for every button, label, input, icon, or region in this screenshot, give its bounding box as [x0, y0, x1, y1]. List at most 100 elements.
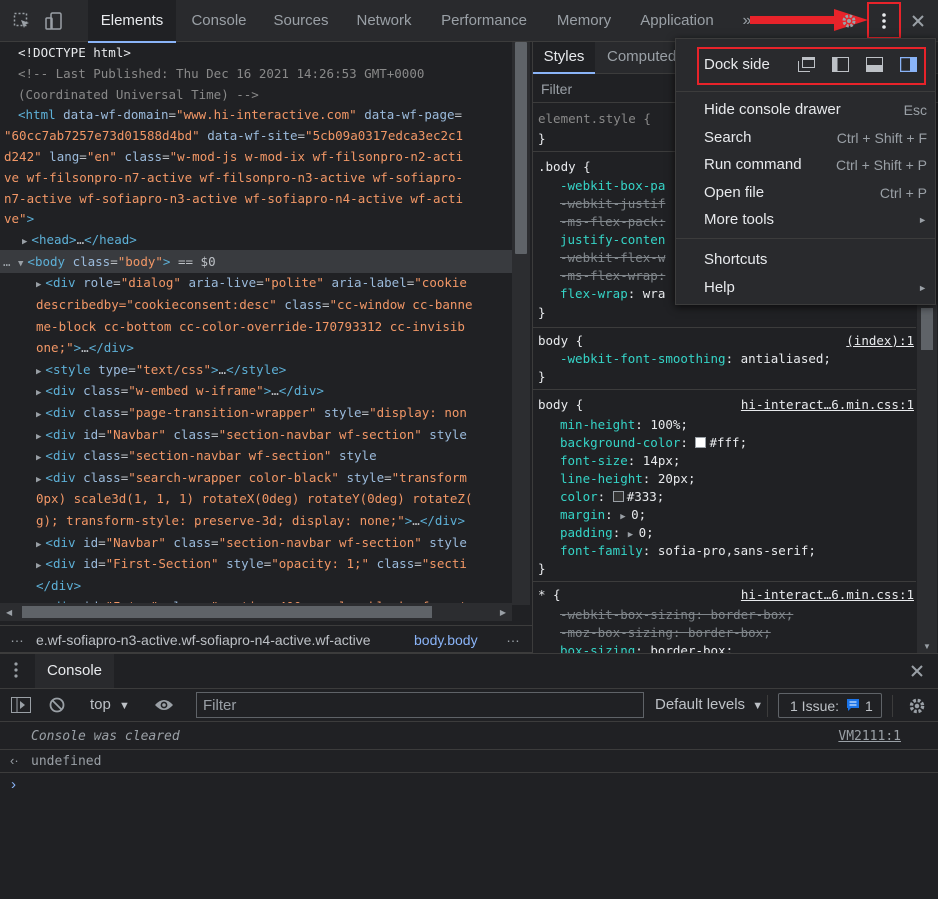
dock-right-icon[interactable] [898, 55, 918, 73]
clear-console-icon[interactable] [46, 695, 68, 715]
style-source-link[interactable]: (index):1 [846, 332, 914, 350]
drawer-tab-console[interactable]: Console [35, 654, 114, 688]
style-property: flex-wrap: wra [560, 286, 666, 301]
dock-bottom-icon[interactable] [864, 55, 884, 73]
tab-network[interactable]: Network [342, 0, 426, 42]
cleared-source-link[interactable]: VM2111:1 [838, 729, 901, 744]
console-filter-input[interactable]: Filter [196, 692, 644, 718]
close-devtools-icon[interactable] [906, 10, 930, 32]
breadcrumb-current[interactable]: body.body [414, 632, 478, 648]
expand-triangle-icon[interactable]: ▶ [36, 453, 41, 463]
close-brace: } [538, 561, 546, 576]
menu-item-hide-console-drawer[interactable]: Hide console drawer Esc [676, 101, 935, 125]
style-source-link[interactable]: hi-interact…6.min.css:1 [741, 586, 914, 604]
color-swatch[interactable] [695, 437, 707, 448]
customize-menu: Dock side Hide console drawer Esc Search Ct… [675, 38, 936, 305]
result-text: undefined [31, 754, 102, 769]
expand-triangle-icon[interactable]: ▶ [36, 475, 41, 485]
style-property: box-sizing: border-box; [560, 643, 734, 653]
expand-triangle-icon[interactable]: ▶ [36, 561, 41, 571]
tab-memory[interactable]: Memory [542, 0, 626, 42]
breadcrumb-path[interactable]: e.wf-sofiapro-n3-active.wf-sofiapro-n4-a… [36, 632, 371, 648]
settings-gear-icon[interactable] [838, 10, 860, 32]
dom-node: ▶ <div id="Navbar" class="section-navbar … [36, 426, 467, 442]
cleared-text: Console was cleared [31, 729, 180, 744]
dom-node: </div> [36, 577, 82, 593]
live-expression-eye-icon[interactable] [152, 695, 176, 715]
close-drawer-icon[interactable] [906, 662, 928, 680]
menu-item-label: Run command [704, 156, 802, 173]
console-settings-gear-icon[interactable] [906, 695, 928, 717]
menu-item-run-command[interactable]: Run command Ctrl + Shift + P [676, 156, 935, 180]
menu-item-shortcut: Ctrl + P [879, 184, 927, 201]
menu-item-label: Hide console drawer [704, 101, 841, 118]
color-swatch[interactable] [612, 491, 624, 502]
console-message-cleared: Console was cleared VM2111:1 [0, 724, 938, 750]
toolbar-divider [892, 695, 893, 717]
expand-triangle-icon[interactable]: ▶ [36, 432, 41, 442]
dock-left-icon[interactable] [830, 55, 850, 73]
dock-undock-icon[interactable] [796, 55, 816, 73]
expand-triangle-icon[interactable]: ▶ [36, 388, 41, 398]
log-levels-label: Default levels [655, 696, 746, 713]
tab-computed[interactable]: Computed [607, 42, 676, 74]
expand-triangle-icon[interactable]: ▶ [36, 540, 41, 550]
issues-button[interactable]: 1 Issue: 1 [778, 693, 882, 718]
expand-triangle-icon[interactable]: ▶ [36, 280, 41, 290]
close-brace: } [538, 131, 546, 146]
elements-dom-tree[interactable]: <!DOCTYPE html> <!-- Last Published: Thu … [0, 42, 512, 620]
dom-node: ▶ <div id="First-Section" style="opacity:… [36, 556, 467, 572]
dom-node: g); transform-style: preserve-3d; displa… [36, 513, 465, 528]
breadcrumb: … e.wf-sofiapro-n3-active.wf-sofiapro-n4… [0, 625, 532, 653]
tab-styles[interactable]: Styles [533, 42, 595, 74]
dom-node: describedby="cookieconsent:desc" class="… [36, 297, 473, 312]
dom-node: ▶ <head>…</head> [22, 232, 137, 248]
menu-item-search[interactable]: Search Ctrl + Shift + F [676, 129, 935, 153]
style-source-link[interactable]: hi-interact…6.min.css:1 [741, 396, 914, 414]
menu-item-label: Help [704, 278, 735, 296]
styles-filter-placeholder: Filter [541, 81, 573, 97]
style-property: font-family: sofia-pro,sans-serif; [560, 543, 816, 558]
menu-item-shortcuts[interactable]: Shortcuts [676, 251, 935, 275]
menu-item-open-file[interactable]: Open file Ctrl + P [676, 184, 935, 208]
expand-triangle-icon[interactable]: ▶ [22, 237, 27, 247]
tab-application[interactable]: Application [626, 0, 728, 42]
style-property: -moz-box-sizing: border-box; [560, 625, 771, 640]
menu-item-more-tools[interactable]: More tools ► [676, 211, 935, 235]
device-toolbar-icon[interactable] [42, 10, 66, 32]
close-brace: } [538, 369, 546, 384]
breadcrumb-scroll-left[interactable]: … [10, 629, 24, 645]
dom-node: ▶ <div class="section-navbar wf-section" … [36, 448, 377, 464]
tab-console[interactable]: Console [178, 0, 260, 42]
dom-line: <!DOCTYPE html> [18, 45, 131, 60]
expand-triangle-icon[interactable]: ▶ [36, 410, 41, 420]
drawer-menu-icon[interactable] [14, 662, 18, 681]
dom-hscroll-track[interactable]: ◀ ▶ [0, 603, 512, 621]
prompt-chevron-icon: › [11, 776, 16, 793]
style-property: -webkit-box-pa [560, 178, 666, 193]
dom-vscroll-thumb[interactable] [515, 42, 527, 254]
menu-item-shortcut: ► [918, 215, 927, 225]
tab-sources[interactable]: Sources [260, 0, 342, 42]
style-property: padding: ▶ 0; [560, 525, 654, 540]
styles-vscroll-track[interactable]: ▼ [917, 304, 937, 653]
context-selector[interactable]: top ▼ [90, 696, 130, 713]
expand-triangle-icon[interactable]: ▼ [18, 259, 23, 269]
menu-item-shortcut: Esc [903, 102, 927, 118]
dom-hscroll-thumb[interactable] [22, 606, 432, 618]
dom-vscroll-track[interactable] [512, 42, 530, 605]
expand-triangle-icon[interactable]: ▶ [36, 367, 41, 377]
tab-performance[interactable]: Performance [430, 0, 538, 42]
inspect-element-icon[interactable] [10, 10, 34, 32]
tab-elements[interactable]: Elements [88, 0, 176, 43]
menu-item-help[interactable]: Help ► [676, 279, 935, 303]
console-prompt[interactable]: › [0, 774, 938, 798]
close-brace: } [538, 305, 546, 320]
log-levels-dropdown[interactable]: Default levels ▼ [655, 696, 763, 713]
styles-vscroll-thumb[interactable] [921, 308, 933, 350]
style-property: -webkit-justif [560, 196, 666, 211]
breadcrumb-scroll-right[interactable]: … [506, 629, 520, 645]
console-sidebar-icon[interactable] [10, 695, 32, 715]
devtools-tabbar: Elements Console Sources Network Performance… [0, 0, 938, 43]
dom-line: d242" lang="en" class="w-mod-js w-mod-ix… [4, 149, 464, 164]
